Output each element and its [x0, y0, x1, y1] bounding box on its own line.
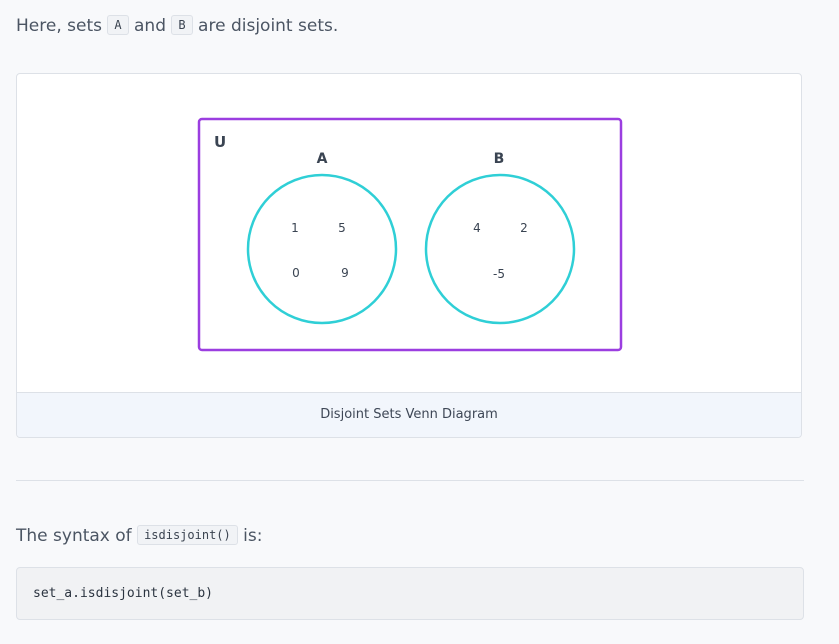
syntax-prefix: The syntax of [16, 526, 132, 546]
set-a-element: 9 [341, 266, 349, 280]
intro-paragraph: Here, sets A and B are disjoint sets. [16, 14, 338, 38]
intro-suffix: are disjoint sets. [198, 16, 339, 36]
set-a-label: A [317, 151, 328, 167]
set-a-circle [246, 173, 398, 325]
universe-label: U [214, 133, 226, 151]
syntax-suffix: is: [243, 526, 263, 546]
set-b-code: B [171, 15, 193, 35]
syntax-paragraph: The syntax of isdisjoint() is: [16, 524, 262, 548]
set-b-element: 2 [520, 221, 528, 235]
set-b-circle [424, 173, 576, 325]
page: Here, sets A and B are disjoint sets. U … [0, 0, 839, 644]
set-b-element: 4 [473, 221, 481, 235]
section-divider [16, 480, 804, 481]
set-a-element: 1 [291, 221, 299, 235]
set-a-code: A [107, 15, 129, 35]
method-code: isdisjoint() [137, 525, 238, 545]
set-a-element: 0 [292, 266, 300, 280]
set-b-element: -5 [493, 267, 505, 281]
intro-middle: and [134, 16, 166, 36]
venn-diagram: U A 1 5 0 9 B 4 2 -5 [197, 117, 623, 352]
set-a-element: 5 [338, 221, 346, 235]
intro-prefix: Here, sets [16, 16, 102, 36]
universe-rectangle [197, 117, 623, 352]
figure-caption: Disjoint Sets Venn Diagram [17, 392, 801, 437]
set-b-label: B [494, 151, 505, 167]
venn-figure: U A 1 5 0 9 B 4 2 -5 Disjoint Sets Venn … [16, 73, 802, 438]
code-block: set_a.isdisjoint(set_b) [16, 567, 804, 620]
